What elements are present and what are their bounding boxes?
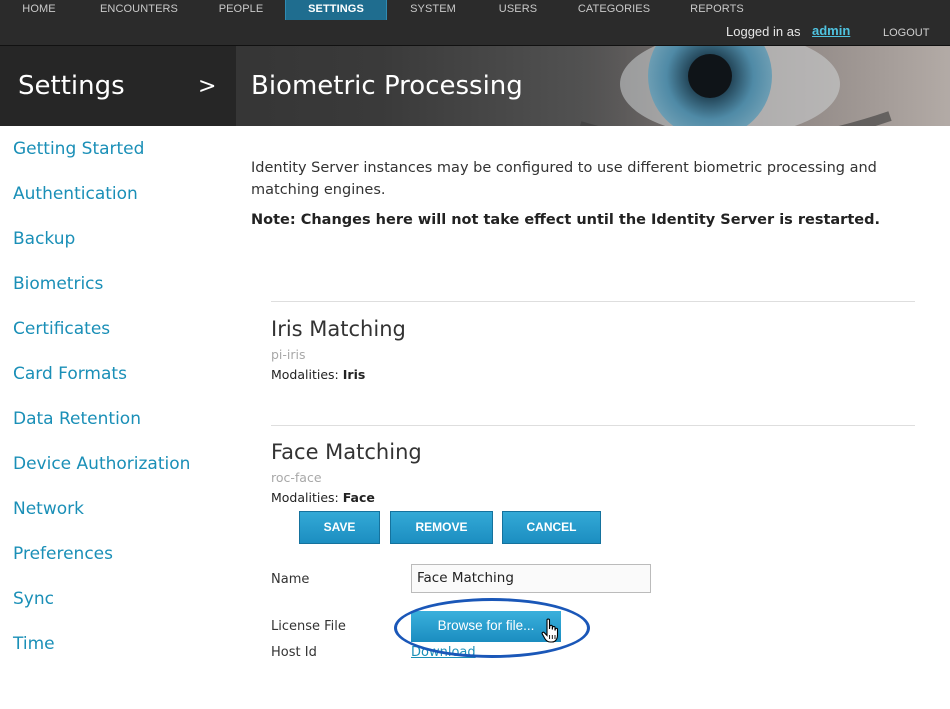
- engine-modalities-face: Modalities: Face: [271, 490, 375, 505]
- page-header: Settings > Biometric Processing: [0, 46, 950, 126]
- modalities-label: Modalities:: [271, 490, 339, 505]
- sidebar-item-certificates[interactable]: Certificates: [13, 319, 110, 339]
- nav-users[interactable]: USERS: [488, 0, 548, 20]
- header-section-panel: Settings >: [0, 46, 236, 126]
- modalities-label: Modalities:: [271, 367, 339, 382]
- logout-link[interactable]: LOGOUT: [883, 27, 929, 39]
- nav-system[interactable]: SYSTEM: [398, 0, 468, 20]
- license-file-label: License File: [271, 619, 346, 634]
- top-nav-bar: HOME ENCOUNTERS PEOPLE SETTINGS SYSTEM U…: [0, 0, 950, 46]
- sidebar-item-device-authorization[interactable]: Device Authorization: [13, 454, 190, 474]
- name-field[interactable]: Face Matching: [411, 564, 651, 593]
- save-button[interactable]: SAVE: [299, 511, 380, 544]
- engine-title-iris[interactable]: Iris Matching: [271, 317, 406, 341]
- section-title: Settings: [18, 71, 125, 101]
- sidebar-item-data-retention[interactable]: Data Retention: [13, 409, 141, 429]
- main-nav: HOME ENCOUNTERS PEOPLE SETTINGS SYSTEM U…: [0, 0, 950, 20]
- nav-reports[interactable]: REPORTS: [684, 0, 750, 20]
- user-link[interactable]: admin: [812, 23, 850, 38]
- nav-categories[interactable]: CATEGORIES: [572, 0, 656, 20]
- intro-text: Identity Server instances may be configu…: [251, 160, 877, 198]
- sidebar-item-time[interactable]: Time: [13, 634, 55, 654]
- eye-banner-image: [560, 46, 950, 126]
- engine-id-iris: pi-iris: [271, 347, 306, 362]
- nav-home[interactable]: HOME: [0, 0, 78, 20]
- sidebar-item-backup[interactable]: Backup: [13, 229, 75, 249]
- page-title: Biometric Processing: [251, 71, 523, 101]
- sidebar-item-getting-started[interactable]: Getting Started: [13, 139, 144, 159]
- cancel-button[interactable]: CANCEL: [502, 511, 601, 544]
- host-id-label: Host Id: [271, 645, 317, 660]
- name-label: Name: [271, 572, 310, 587]
- login-status-label: Logged in as: [726, 24, 801, 39]
- sidebar-item-authentication[interactable]: Authentication: [13, 184, 138, 204]
- settings-sidebar: Getting Started Authentication Backup Bi…: [0, 126, 236, 709]
- engine-id-face: roc-face: [271, 470, 322, 485]
- modalities-value: Iris: [342, 367, 366, 382]
- sidebar-item-network[interactable]: Network: [13, 499, 84, 519]
- restart-note: Note: Changes here will not take effect …: [251, 212, 880, 228]
- section-divider: [271, 301, 915, 302]
- sidebar-item-biometrics[interactable]: Biometrics: [13, 274, 103, 294]
- breadcrumb-arrow-icon: >: [198, 74, 217, 99]
- nav-settings[interactable]: SETTINGS: [285, 0, 387, 20]
- section-divider: [271, 425, 915, 426]
- sidebar-item-preferences[interactable]: Preferences: [13, 544, 113, 564]
- engine-modalities-iris: Modalities: Iris: [271, 367, 365, 382]
- nav-people[interactable]: PEOPLE: [205, 0, 277, 20]
- sidebar-item-card-formats[interactable]: Card Formats: [13, 364, 127, 384]
- sidebar-item-sync[interactable]: Sync: [13, 589, 54, 609]
- nav-encounters[interactable]: ENCOUNTERS: [92, 0, 186, 20]
- modalities-value: Face: [342, 490, 375, 505]
- engine-title-face[interactable]: Face Matching: [271, 440, 422, 464]
- remove-button[interactable]: REMOVE: [390, 511, 493, 544]
- hand-cursor-icon: [541, 618, 559, 643]
